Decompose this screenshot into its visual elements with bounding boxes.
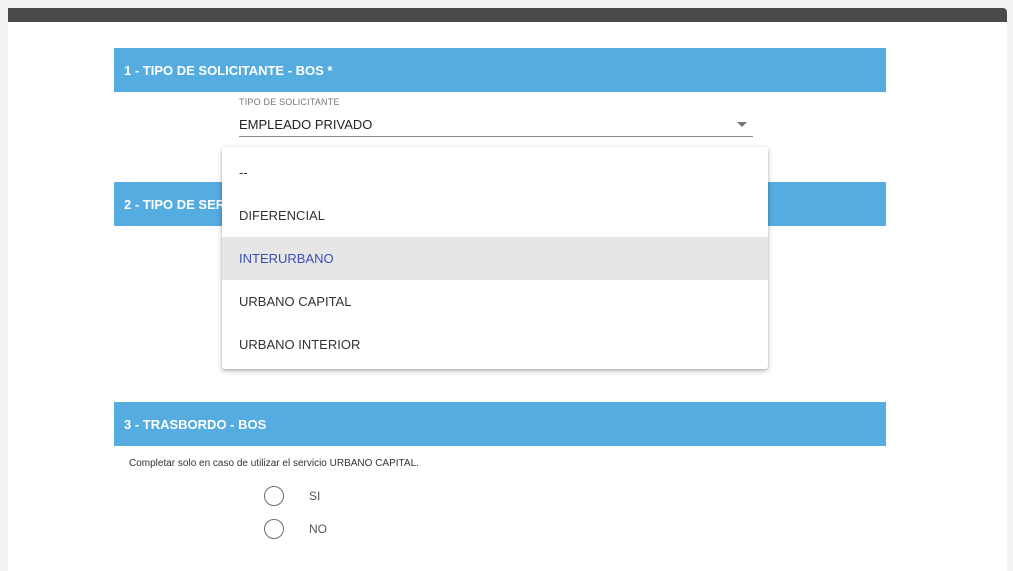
radio-circle-icon[interactable]: [264, 486, 284, 506]
solicitante-field-label: TIPO DE SOLICITANTE: [239, 97, 340, 107]
solicitante-select-value: EMPLEADO PRIVADO: [239, 117, 373, 132]
chevron-down-icon: [737, 122, 747, 127]
section-header-tipo-solicitante: 1 - TIPO DE SOLICITANTE - BOS *: [114, 48, 886, 92]
dropdown-option-urbano-interior[interactable]: URBANO INTERIOR: [222, 323, 768, 366]
radio-no[interactable]: NO: [264, 519, 327, 539]
dropdown-option-interurbano[interactable]: INTERURBANO: [222, 237, 768, 280]
dropdown-option-urbano-capital[interactable]: URBANO CAPITAL: [222, 280, 768, 323]
solicitante-select[interactable]: EMPLEADO PRIVADO: [239, 113, 753, 137]
servicio-dropdown-menu[interactable]: -- DIFERENCIAL INTERURBANO URBANO CAPITA…: [222, 147, 768, 369]
dropdown-option-diferencial[interactable]: DIFERENCIAL: [222, 194, 768, 237]
radio-si[interactable]: SI: [264, 486, 320, 506]
section-title: 1 - TIPO DE SOLICITANTE - BOS *: [124, 62, 333, 78]
section-title: 3 - TRASBORDO - BOS: [124, 416, 267, 432]
section-header-trasbordo: 3 - TRASBORDO - BOS: [114, 402, 886, 446]
radio-label-si: SI: [309, 489, 321, 503]
radio-circle-icon[interactable]: [264, 519, 284, 539]
dropdown-option-empty[interactable]: --: [222, 151, 768, 194]
top-bar: [8, 8, 1007, 22]
trasbordo-helper-text: Completar solo en caso de utilizar el se…: [129, 458, 419, 469]
radio-label-no: NO: [309, 522, 327, 536]
